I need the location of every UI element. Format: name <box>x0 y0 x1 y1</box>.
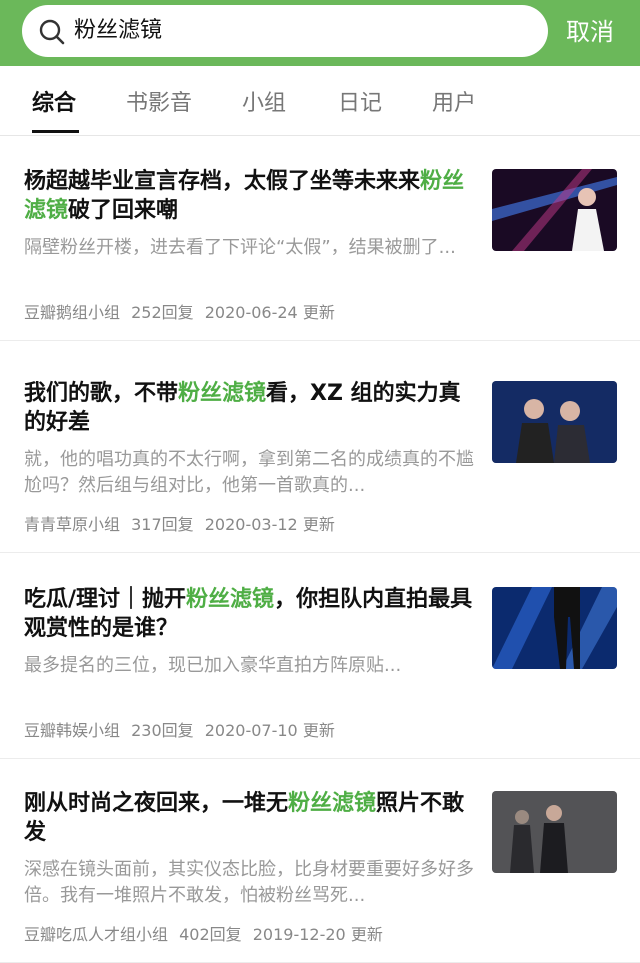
group-name: 豆瓣韩娱小组 <box>24 721 121 740</box>
top-bar: 粉丝滤镜 取消 <box>0 0 640 66</box>
tab-groups[interactable]: 小组 <box>242 88 286 120</box>
update-date: 2020-06-24 更新 <box>204 303 335 322</box>
reply-count: 402回复 <box>179 925 242 944</box>
group-name: 青青草原小组 <box>24 515 121 534</box>
result-title[interactable]: 刚从时尚之夜回来，一堆无粉丝滤镜照片不敢发 <box>24 789 476 847</box>
tab-books-movies-music[interactable]: 书影音 <box>126 88 192 120</box>
search-input[interactable]: 粉丝滤镜 <box>22 5 548 57</box>
active-tab-indicator <box>32 130 79 133</box>
result-title[interactable]: 吃瓜/理讨｜抛开粉丝滤镜，你担队内直拍最具观赏性的是谁？ <box>24 585 476 643</box>
result-excerpt: 就，他的唱功真的不太行啊，拿到第二名的成绩真的不尴尬吗？然后组与组对比，他第一首… <box>24 449 474 496</box>
result-meta: 豆瓣鹅组小组 252回复 2020-06-24 更新 <box>24 303 341 323</box>
result-thumbnail[interactable] <box>492 169 617 251</box>
result-meta: 青青草原小组 317回复 2020-03-12 更新 <box>24 515 341 535</box>
result-meta: 豆瓣韩娱小组 230回复 2020-07-10 更新 <box>24 721 341 741</box>
reply-count: 230回复 <box>131 721 194 740</box>
tab-users[interactable]: 用户 <box>432 88 476 120</box>
result-excerpt: 隔壁粉丝开楼，进去看了下评论“太假”，结果被删了... <box>24 237 456 258</box>
result-item[interactable]: 吃瓜/理讨｜抛开粉丝滤镜，你担队内直拍最具观赏性的是谁？ 最多提名的三位，现已加… <box>0 555 640 759</box>
result-excerpt: 深感在镜头面前，其实仪态比脸，比身材要重要好多好多倍。我有一堆照片不敢发，怕被粉… <box>24 859 474 906</box>
keyword-highlight: 粉丝滤镜 <box>288 791 377 816</box>
reply-count: 252回复 <box>131 303 194 322</box>
update-date: 2020-07-10 更新 <box>204 721 335 740</box>
group-name: 豆瓣吃瓜人才组小组 <box>24 925 169 944</box>
result-item[interactable]: 杨超越毕业宣言存档，太假了坐等未来来粉丝滤镜破了回来嘲 隔壁粉丝开楼，进去看了下… <box>0 137 640 341</box>
update-date: 2019-12-20 更新 <box>252 925 383 944</box>
search-query-text: 粉丝滤镜 <box>74 18 163 43</box>
keyword-highlight: 粉丝滤镜 <box>186 587 275 612</box>
result-meta: 豆瓣吃瓜人才组小组 402回复 2019-12-20 更新 <box>24 925 389 945</box>
result-title[interactable]: 我们的歌，不带粉丝滤镜看，XZ 组的实力真的好差 <box>24 379 476 437</box>
result-thumbnail[interactable] <box>492 791 617 873</box>
group-name: 豆瓣鹅组小组 <box>24 303 121 322</box>
keyword-highlight: 粉丝滤镜 <box>178 381 267 406</box>
tab-all[interactable]: 综合 <box>32 88 76 120</box>
tab-diary[interactable]: 日记 <box>338 88 382 120</box>
result-title[interactable]: 杨超越毕业宣言存档，太假了坐等未来来粉丝滤镜破了回来嘲 <box>24 167 476 225</box>
category-tabs: 综合 书影音 小组 日记 用户 <box>0 66 640 136</box>
cancel-button[interactable]: 取消 <box>566 16 614 48</box>
search-icon <box>39 19 65 45</box>
result-thumbnail[interactable] <box>492 587 617 669</box>
result-thumbnail[interactable] <box>492 381 617 463</box>
result-excerpt: 最多提名的三位，现已加入豪华直拍方阵原贴... <box>24 655 402 676</box>
result-item[interactable]: 我们的歌，不带粉丝滤镜看，XZ 组的实力真的好差 就，他的唱功真的不太行啊，拿到… <box>0 349 640 553</box>
reply-count: 317回复 <box>131 515 194 534</box>
update-date: 2020-03-12 更新 <box>204 515 335 534</box>
result-item[interactable]: 刚从时尚之夜回来，一堆无粉丝滤镜照片不敢发 深感在镜头面前，其实仪态比脸，比身材… <box>0 759 640 963</box>
